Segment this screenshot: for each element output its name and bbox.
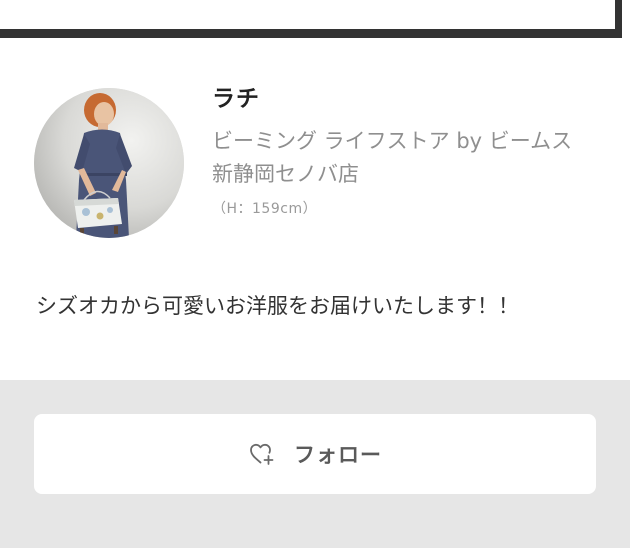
profile-info: ラチ ビーミング ライフストア by ビームス 新静岡セノバ店 （H：159cm… — [212, 84, 607, 218]
heart-plus-icon — [248, 441, 276, 467]
frame-edge — [615, 0, 622, 38]
follow-button[interactable]: フォロー — [34, 414, 596, 494]
top-frame — [0, 0, 630, 40]
shop-name: ビーミング ライフストア by ビームス 新静岡セノバ店 — [212, 129, 573, 186]
profile-section: ラチ ビーミング ライフストア by ビームス 新静岡セノバ店 （H：159cm… — [0, 40, 630, 380]
avatar — [34, 88, 184, 238]
staff-height: （H：159cm） — [212, 201, 318, 217]
staff-bio: シズオカから可愛いお洋服をお届けいたします！！ — [36, 294, 519, 318]
top-divider — [0, 29, 622, 38]
follow-section: フォロー — [0, 380, 630, 548]
staff-profile-page: ラチ ビーミング ライフストア by ビームス 新静岡セノバ店 （H：159cm… — [0, 0, 630, 548]
staff-name: ラチ — [212, 86, 260, 112]
follow-label: フォロー — [294, 443, 382, 467]
